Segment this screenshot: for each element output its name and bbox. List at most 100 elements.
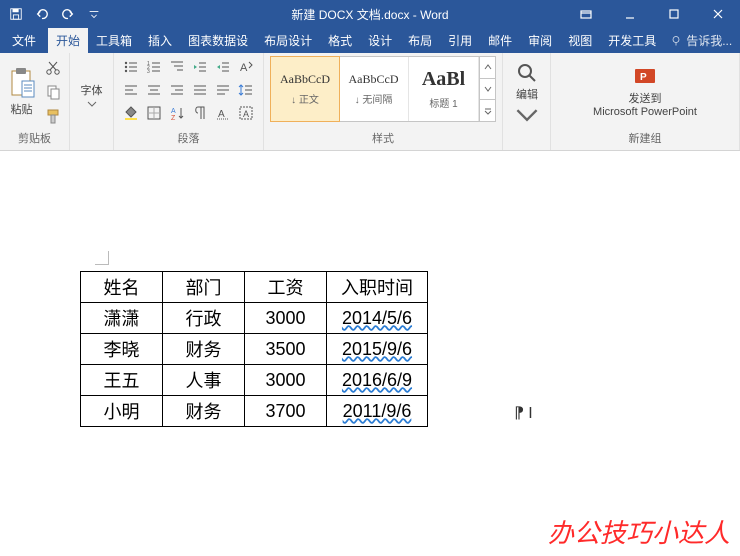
table-row[interactable]: 潇潇 行政 3000 2014/5/6 [81, 303, 428, 334]
distribute-button[interactable] [212, 79, 234, 101]
svg-text:A: A [240, 62, 248, 74]
save-icon[interactable] [4, 2, 28, 26]
table-header-cell[interactable]: 姓名 [81, 272, 163, 303]
group-paragraph: 123 A AZ A A 段落 [114, 53, 264, 150]
increase-indent-button[interactable] [212, 56, 234, 78]
group-styles: AaBbCcD ↓ 正文 AaBbCcD ↓ 无间隔 AaBl 标题 1 样 [264, 53, 503, 150]
format-painter-icon [45, 108, 61, 124]
table-header-cell[interactable]: 入职时间 [327, 272, 428, 303]
tab-developer[interactable]: 开发工具 [600, 28, 664, 53]
align-right-button[interactable] [166, 79, 188, 101]
ribbon-tabs: 文件 开始 工具箱 插入 图表数据设 布局设计 格式 设计 布局 引用 邮件 审… [0, 28, 740, 53]
data-table[interactable]: 姓名 部门 工资 入职时间 潇潇 行政 3000 2014/5/6 李晓 财务 … [80, 271, 428, 427]
table-row[interactable]: 李晓 财务 3500 2015/9/6 [81, 334, 428, 365]
copy-icon [45, 84, 61, 100]
style-heading-1[interactable]: AaBl 标题 1 [409, 57, 479, 121]
maximize-icon[interactable] [652, 0, 696, 28]
tab-review[interactable]: 审阅 [520, 28, 560, 53]
multilevel-list-button[interactable] [166, 56, 188, 78]
font-dropdown-button[interactable]: 字体 [76, 56, 107, 132]
send-to-powerpoint-button[interactable]: P 发送到 Microsoft PowerPoint [587, 56, 703, 128]
group-label-new: 新建组 [557, 128, 733, 148]
styles-gallery: AaBbCcD ↓ 正文 AaBbCcD ↓ 无间隔 AaBl 标题 1 [270, 56, 496, 122]
format-painter-button[interactable] [43, 106, 63, 126]
snap-to-grid-button[interactable]: A [212, 102, 234, 124]
paste-button[interactable]: 粘贴 [6, 56, 37, 128]
tab-insert[interactable]: 插入 [140, 28, 180, 53]
document-page[interactable]: 姓名 部门 工资 入职时间 潇潇 行政 3000 2014/5/6 李晓 财务 … [80, 271, 428, 427]
tab-references[interactable]: 引用 [440, 28, 480, 53]
line-spacing-button[interactable] [235, 79, 257, 101]
gallery-expand[interactable] [480, 100, 495, 121]
group-clipboard: 粘贴 剪贴板 [0, 53, 70, 150]
tab-mailings[interactable]: 邮件 [480, 28, 520, 53]
group-new: P 发送到 Microsoft PowerPoint 新建组 [551, 53, 740, 150]
lightbulb-icon [670, 35, 682, 47]
table-header-cell[interactable]: 部门 [163, 272, 245, 303]
tab-toolbox[interactable]: 工具箱 [88, 28, 140, 53]
window-controls [564, 0, 740, 28]
justify-button[interactable] [189, 79, 211, 101]
shading-button[interactable] [120, 102, 142, 124]
document-area[interactable]: 姓名 部门 工资 入职时间 潇潇 行政 3000 2014/5/6 李晓 财务 … [0, 151, 740, 556]
tab-view[interactable]: 视图 [560, 28, 600, 53]
window-title: 新建 DOCX 文档.docx - Word [291, 6, 448, 23]
gallery-scroll-down[interactable] [480, 79, 495, 101]
numbering-button[interactable]: 123 [143, 56, 165, 78]
svg-text:Z: Z [171, 115, 176, 121]
editing-dropdown-button[interactable]: 编辑 [509, 56, 545, 132]
char-border-button[interactable]: A [235, 102, 257, 124]
align-left-button[interactable] [120, 79, 142, 101]
svg-text:A: A [218, 109, 225, 120]
group-label-paragraph: 段落 [120, 128, 257, 148]
undo-icon[interactable] [30, 2, 54, 26]
redo-icon[interactable] [56, 2, 80, 26]
minimize-icon[interactable] [608, 0, 652, 28]
group-editing: 编辑 [503, 53, 551, 150]
group-label-styles: 样式 [270, 128, 496, 148]
watermark-text: 办公技巧小达人 [548, 513, 730, 550]
table-header-cell[interactable]: 工资 [245, 272, 327, 303]
bullets-button[interactable] [120, 56, 142, 78]
table-row[interactable]: 小明 财务 3700 2011/9/6 [81, 396, 428, 427]
group-label-clipboard: 剪贴板 [6, 128, 63, 148]
qat-dropdown-icon[interactable] [82, 2, 106, 26]
powerpoint-icon: P [633, 65, 657, 89]
paste-icon [8, 67, 36, 99]
tab-layout[interactable]: 布局 [400, 28, 440, 53]
cut-icon [45, 60, 61, 76]
text-cursor-icon: ⁋I [514, 403, 533, 423]
tab-format[interactable]: 格式 [320, 28, 360, 53]
asian-layout-button[interactable]: A [235, 56, 257, 78]
chevron-down-icon [87, 101, 97, 107]
find-icon [515, 61, 539, 85]
style-normal[interactable]: AaBbCcD ↓ 正文 [270, 56, 340, 122]
table-row[interactable]: 王五 人事 3000 2016/6/9 [81, 365, 428, 396]
svg-text:P: P [640, 72, 647, 83]
ribbon: 粘贴 剪贴板 字体 123 [0, 53, 740, 151]
tab-design[interactable]: 设计 [360, 28, 400, 53]
chevron-down-icon [515, 103, 539, 127]
borders-button[interactable] [143, 102, 165, 124]
group-font: 字体 [70, 53, 114, 150]
svg-text:3: 3 [147, 69, 150, 75]
decrease-indent-button[interactable] [189, 56, 211, 78]
tab-layout-design[interactable]: 布局设计 [256, 28, 320, 53]
gallery-scroll-up[interactable] [480, 57, 495, 79]
quick-access-toolbar [0, 2, 106, 26]
ruler-corner [95, 251, 109, 265]
tab-chartdata[interactable]: 图表数据设 [180, 28, 256, 53]
close-icon[interactable] [696, 0, 740, 28]
svg-text:A: A [243, 109, 249, 119]
tab-file[interactable]: 文件 [0, 28, 48, 53]
tell-me-search[interactable]: 告诉我... [664, 28, 738, 53]
align-center-button[interactable] [143, 79, 165, 101]
sort-button[interactable]: AZ [166, 102, 188, 124]
tab-home[interactable]: 开始 [48, 28, 88, 53]
style-no-spacing[interactable]: AaBbCcD ↓ 无间隔 [339, 57, 409, 121]
ribbon-options-icon[interactable] [564, 0, 608, 28]
cut-button[interactable] [43, 58, 63, 78]
show-marks-button[interactable] [189, 102, 211, 124]
table-header-row[interactable]: 姓名 部门 工资 入职时间 [81, 272, 428, 303]
copy-button[interactable] [43, 82, 63, 102]
